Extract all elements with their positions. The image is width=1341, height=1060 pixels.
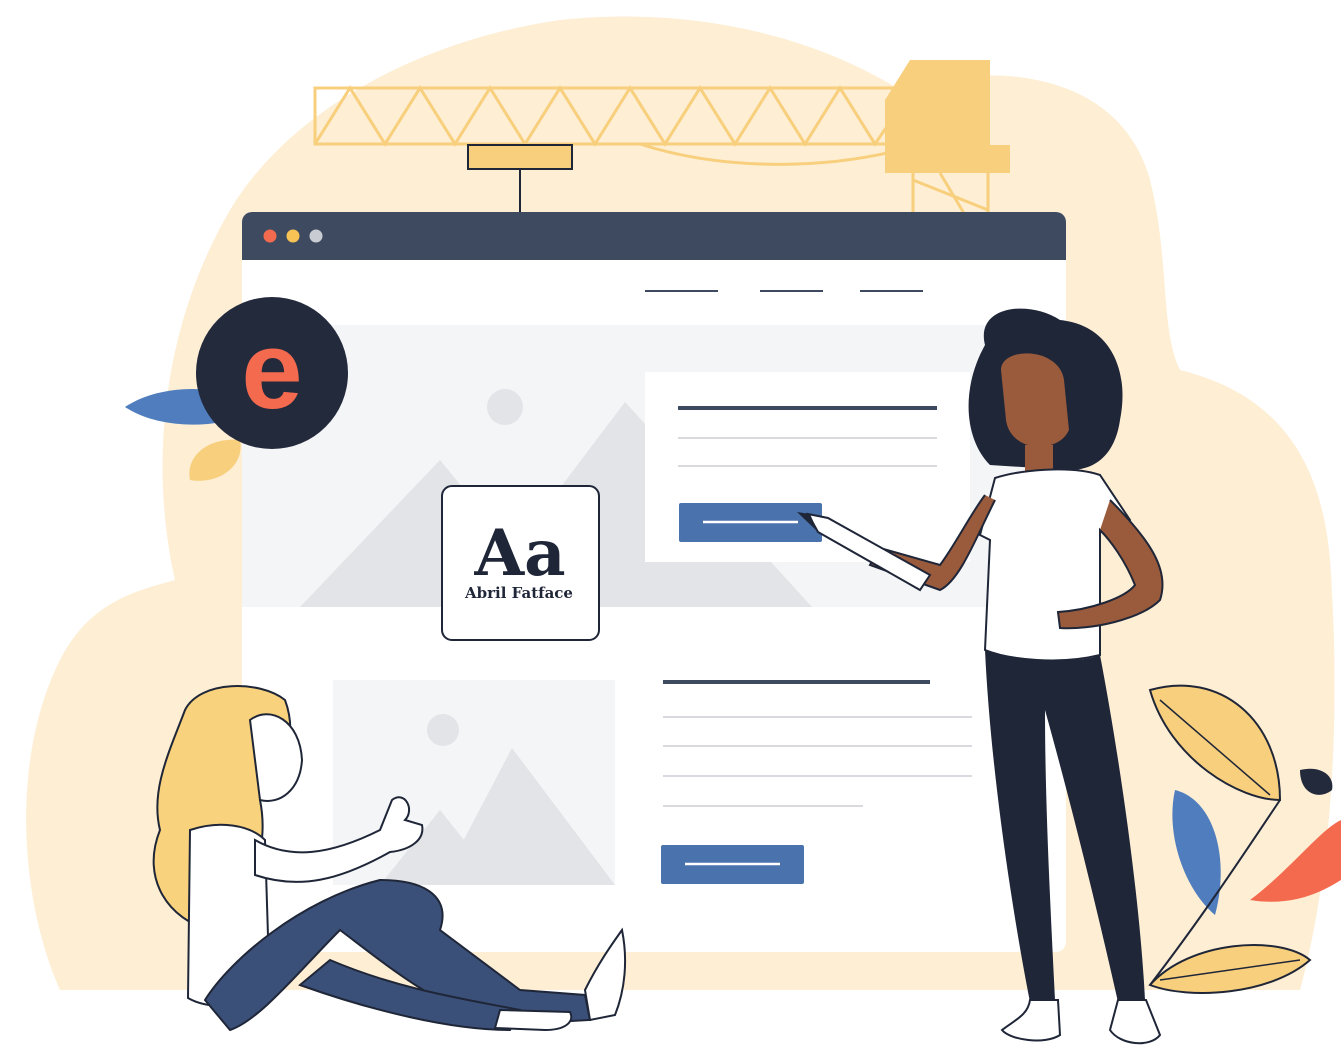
font-name-label: Abril Fatface bbox=[464, 584, 573, 602]
maximize-dot[interactable] bbox=[309, 229, 323, 243]
illustration-stage: Aa Abril Fatface e bbox=[26, 16, 1341, 1045]
section-cta-button[interactable] bbox=[661, 845, 804, 884]
font-card[interactable]: Aa Abril Fatface bbox=[441, 485, 600, 641]
elementor-e-logo-icon: e bbox=[241, 309, 302, 432]
hero-cta-button[interactable] bbox=[679, 503, 822, 542]
minimize-dot[interactable] bbox=[286, 229, 300, 243]
browser-titlebar bbox=[242, 212, 1066, 260]
font-sample-text: Aa bbox=[473, 516, 565, 591]
close-dot[interactable] bbox=[263, 229, 277, 243]
